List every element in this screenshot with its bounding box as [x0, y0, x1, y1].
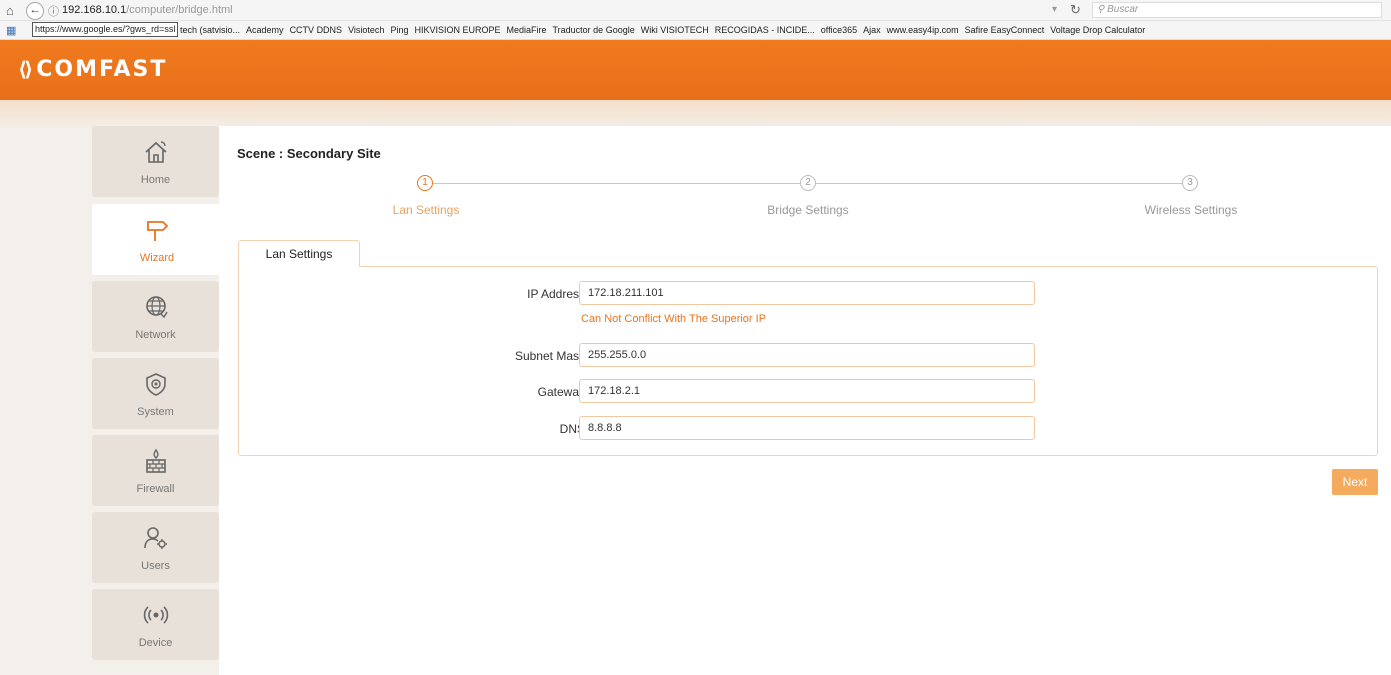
sidebar-item-label: Wizard: [139, 252, 175, 264]
bookmark-item[interactable]: Voltage Drop Calculator: [1050, 25, 1145, 35]
bookmark-item[interactable]: Ajax: [863, 25, 881, 35]
bookmark-item[interactable]: Visiotech: [348, 25, 384, 35]
step-3-indicator[interactable]: 3: [1182, 175, 1198, 191]
search-placeholder: Buscar: [1107, 4, 1139, 15]
subnet-mask-input[interactable]: [579, 343, 1035, 367]
info-icon[interactable]: ⓘ: [48, 3, 59, 19]
firewall-icon: [92, 447, 219, 477]
bookmarks-menu-icon[interactable]: ▦: [6, 24, 16, 37]
bookmark-item[interactable]: Traductor de Google: [553, 25, 635, 35]
bookmark-item[interactable]: CCTV DDNS: [290, 25, 343, 35]
bookmark-item[interactable]: www.easy4ip.com: [887, 25, 959, 35]
step-2-indicator[interactable]: 2: [800, 175, 816, 191]
sidebar-item-label: Device: [138, 637, 173, 649]
reload-icon[interactable]: ↻: [1070, 2, 1081, 18]
bookmarks-bar: ▦ https://www.google.es/?gws_rd=ssl tech…: [0, 21, 1391, 40]
sidebar-item-label: Firewall: [136, 483, 175, 495]
bookmark-item[interactable]: MediaFire: [506, 25, 546, 35]
ip-address-input[interactable]: [579, 281, 1035, 305]
next-button[interactable]: Next: [1332, 469, 1378, 495]
bookmark-item[interactable]: Ping: [390, 25, 408, 35]
users-icon: [92, 524, 219, 554]
sidebar-item-wizard[interactable]: Wizard: [92, 204, 222, 275]
signpost-icon: [92, 216, 222, 246]
comfast-logo[interactable]: ⟨⟩ COMFAST: [18, 57, 167, 82]
gateway-label: Gateway: [537, 385, 585, 399]
bookmark-item[interactable]: tech (satvisio...: [180, 25, 240, 35]
bookmark-item[interactable]: office365: [821, 25, 857, 35]
lan-settings-form: IP Address Can Not Conflict With The Sup…: [238, 266, 1378, 456]
logo-text: COMFAST: [36, 57, 168, 82]
link-tooltip: https://www.google.es/?gws_rd=ssl: [32, 22, 179, 37]
page-title: Scene : Secondary Site: [237, 146, 381, 161]
step-3-label: Wireless Settings: [1144, 203, 1238, 217]
home-icon[interactable]: ⌂: [6, 3, 14, 18]
browser-search-input[interactable]: ⚲ Buscar: [1092, 2, 1382, 18]
dns-label: DNS: [559, 422, 585, 436]
step-1-label: Lan Settings: [392, 203, 460, 217]
subnet-mask-label: Subnet Mask: [514, 349, 585, 363]
url-host: 192.168.10.1: [62, 4, 127, 16]
main-panel: Scene : Secondary Site 1 2 3 Lan Setting…: [219, 126, 1391, 675]
comfast-logo-mark-icon: ⟨⟩: [18, 57, 33, 81]
back-arrow-icon[interactable]: ←: [26, 2, 44, 20]
browser-address-bar: ⌂ ← ⓘ 192.168.10.1/computer/bridge.html …: [0, 0, 1391, 21]
history-dropdown-icon[interactable]: ▾: [1052, 4, 1057, 15]
app-header: ⟨⟩ COMFAST: [0, 40, 1391, 100]
url-path: /computer/bridge.html: [126, 4, 233, 16]
bookmark-list: tech (satvisio... Academy CCTV DDNS Visiote…: [180, 25, 1151, 35]
gateway-input[interactable]: [579, 379, 1035, 403]
sidebar-item-firewall[interactable]: Firewall: [92, 435, 219, 506]
bookmark-item[interactable]: Wiki VISIOTECH: [641, 25, 709, 35]
sidebar-item-system[interactable]: System: [92, 358, 219, 429]
url-field[interactable]: 192.168.10.1/computer/bridge.html: [62, 4, 233, 16]
sidebar-item-users[interactable]: Users: [92, 512, 219, 583]
wizard-steps: 1 2 3 Lan Settings Bridge Settings Wirel…: [219, 175, 1391, 217]
bookmark-item[interactable]: HIKVISION EUROPE: [414, 25, 500, 35]
sidebar-item-label: Home: [140, 174, 171, 186]
sidebar-item-device[interactable]: Device: [92, 589, 219, 660]
sidebar-item-label: Network: [135, 329, 176, 341]
step-connector: [816, 183, 1182, 184]
step-2-label: Bridge Settings: [767, 203, 849, 217]
step-1-indicator[interactable]: 1: [417, 175, 433, 191]
sidebar-item-label: Users: [141, 560, 170, 572]
sidebar-item-network[interactable]: Network: [92, 281, 219, 352]
sidebar-item-label: System: [137, 406, 174, 418]
ip-address-hint: Can Not Conflict With The Superior IP: [581, 313, 767, 325]
dns-input[interactable]: [579, 416, 1035, 440]
bookmark-item[interactable]: RECOGIDAS - INCIDE...: [715, 25, 815, 35]
bookmark-item[interactable]: Safire EasyConnect: [965, 25, 1045, 35]
step-connector: [433, 183, 800, 184]
home-icon: [92, 138, 219, 168]
bookmark-item[interactable]: Academy: [246, 25, 284, 35]
globe-icon: [92, 293, 219, 323]
sidebar-item-home[interactable]: Home: [92, 126, 219, 197]
wireless-icon: [92, 601, 219, 631]
tab-lan-settings[interactable]: Lan Settings: [238, 240, 360, 267]
ip-address-label: IP Address: [527, 287, 585, 301]
shield-icon: [92, 370, 219, 400]
